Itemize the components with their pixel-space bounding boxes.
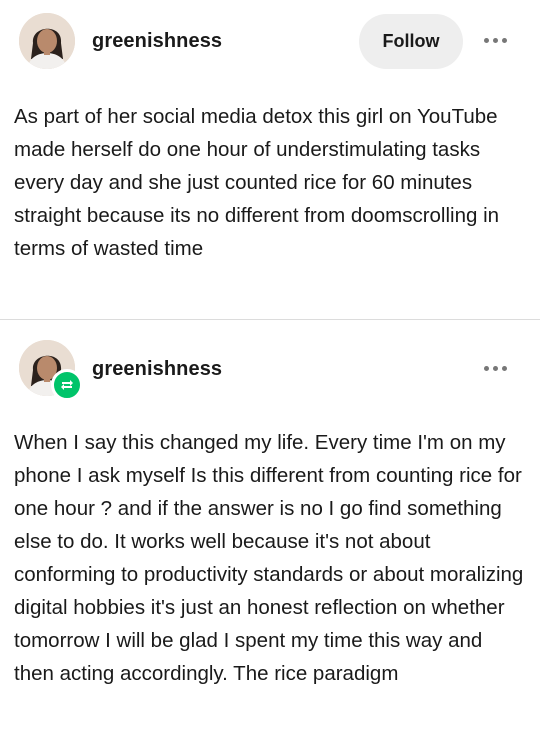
more-horizontal-icon[interactable] (484, 38, 507, 43)
username[interactable]: greenishness (92, 30, 222, 53)
username[interactable]: greenishness (92, 358, 222, 381)
divider (0, 319, 540, 320)
reblog-icon (51, 369, 83, 401)
avatar[interactable] (19, 13, 75, 69)
post-body: As part of her social media detox this g… (14, 105, 500, 260)
avatar-image (19, 13, 75, 69)
more-horizontal-icon[interactable] (484, 366, 507, 371)
reblog-header: greenishness (0, 330, 540, 405)
post-header: greenishness Follow (0, 0, 540, 80)
post-body: When I say this changed my life. Every t… (14, 431, 524, 685)
follow-button[interactable]: Follow (359, 14, 463, 69)
